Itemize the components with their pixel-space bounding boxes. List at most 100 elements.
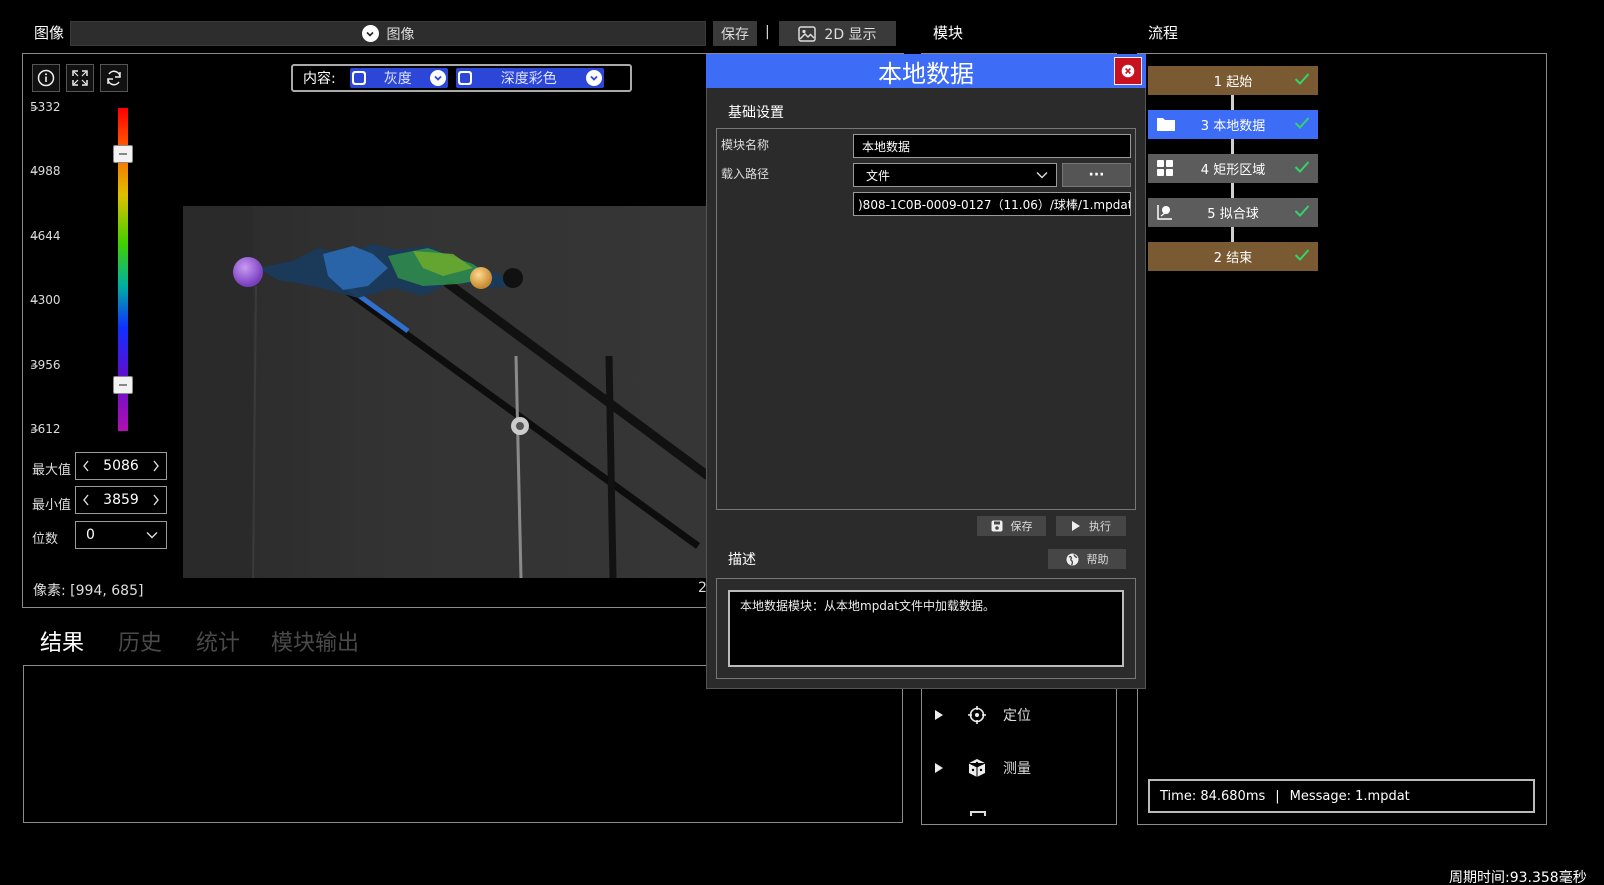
globe-icon [1066,553,1078,565]
image-label: 图像 [34,24,65,42]
max-slider-handle[interactable] [113,145,133,163]
chevron-right-icon[interactable] [152,494,160,506]
load-path-label: 载入路径 [721,167,770,181]
close-icon [1121,64,1135,78]
tab-history[interactable]: 历史 [118,625,162,657]
basic-settings-heading: 基础设置 [728,105,784,121]
flow-connector [1231,94,1234,110]
save-icon [991,520,1002,532]
min-value: 3859 [103,492,139,508]
module-item-measure[interactable]: 测量 [935,758,1031,778]
info-button[interactable] [32,64,60,92]
flow-status-box: Time: 84.680ms | Message: 1.mpdat [1148,779,1535,813]
depth-select-label: 深度彩色 [500,71,557,87]
image-combo-value: 图像 [386,26,415,43]
max-value: 5086 [103,458,139,474]
flow-step-rect-region[interactable]: 4 矩形区域 [1148,154,1318,183]
flow-step-label: 3 本地数据 [1200,119,1266,134]
check-icon [1294,161,1310,173]
check-icon [1294,117,1310,129]
display-2d-button[interactable]: 2D 显示 [779,21,896,46]
chevron-down-icon [361,25,379,42]
partial-module-icon [970,811,986,816]
digits-value: 0 [86,527,95,543]
min-label: 最小值 [32,498,72,513]
chevron-down-icon [1036,172,1048,179]
status-message: Message: 1.mpdat [1289,788,1410,804]
flow-step-end[interactable]: 2 结束 [1148,242,1318,271]
flow-connector [1231,138,1234,154]
play-icon [1072,521,1080,531]
close-button[interactable] [1114,57,1142,85]
run-label: 执行 [1089,520,1111,533]
flow-step-label: 5 拟合球 [1207,207,1259,222]
min-value-stepper[interactable]: 3859 [75,486,167,514]
toolbar-separator: | [765,24,770,40]
caret-right-icon[interactable] [935,763,943,773]
chevron-left-icon[interactable] [82,494,90,506]
chevron-left-icon[interactable] [82,460,90,472]
description-heading: 描述 [728,552,756,568]
flow-step-label: 2 结束 [1213,251,1253,266]
checkbox-icon [457,71,472,85]
tab-results[interactable]: 结果 [40,625,84,657]
flow-step-start[interactable]: 1 起始 [1148,66,1318,95]
status-bar [0,846,1604,885]
module-name-input[interactable]: 本地数据 [853,134,1131,158]
flow-step-label: 4 矩形区域 [1200,163,1266,178]
chevron-down-icon [146,532,158,539]
status-separator: | [1275,788,1280,804]
tab-statistics[interactable]: 统计 [196,625,240,657]
point-cloud-image[interactable] [183,206,708,578]
expand-icon [72,70,88,86]
dialog-save-button[interactable]: 保存 [977,516,1046,536]
module-item-label: 定位 [1003,708,1031,724]
flow-connector [1231,182,1234,198]
save-image-button[interactable]: 保存 [713,21,757,46]
chevron-down-icon [429,70,446,86]
dialog-title-bar[interactable]: 本地数据 [706,54,1146,88]
display-2d-label: 2D 显示 [824,26,877,43]
checkbox-icon [351,71,366,85]
load-type-select[interactable]: 文件 [853,163,1057,187]
status-time: Time: 84.680ms [1160,788,1266,804]
flow-header: 流程 [1148,24,1179,42]
content-selector: 内容: 灰度 深度彩色 [291,64,632,92]
flow-step-fit-sphere[interactable]: 5 拟合球 [1148,198,1318,227]
caret-right-icon[interactable] [935,710,943,720]
dialog-save-label: 保存 [1010,520,1033,533]
chevron-right-icon[interactable] [152,460,160,472]
info-icon [37,69,55,87]
crosshair-icon [968,706,986,724]
image-combo[interactable]: 图像 [70,21,706,46]
image-icon [798,25,817,42]
min-slider-handle[interactable] [113,376,133,394]
flow-step-local-data[interactable]: 3 本地数据 [1148,110,1318,139]
dice-icon [968,759,986,777]
module-name-label: 模块名称 [721,138,770,152]
path-input[interactable]: )808-1C0B-0009-0127（11.06）/球棒/1.mpdat [853,192,1131,216]
run-button[interactable]: 执行 [1056,516,1126,536]
flow-connector [1231,226,1234,242]
gray-select[interactable]: 灰度 [349,68,448,88]
check-icon [1294,205,1310,217]
load-type-value: 文件 [866,168,891,183]
digits-select[interactable]: 0 [75,521,167,549]
depth-color-select[interactable]: 深度彩色 [455,68,604,88]
chevron-down-icon [585,70,602,86]
description-text: 本地数据模块：从本地mpdat文件中加载数据。 [728,590,1124,667]
help-button[interactable]: 帮助 [1048,549,1126,569]
pixel-coordinate-readout: 像素: [994, 685] [33,583,144,599]
module-item-locate[interactable]: 定位 [935,705,1031,725]
cycle-time: 周期时间:93.358毫秒 [1449,870,1587,885]
content-label: 内容: [303,71,336,87]
flow-step-label: 1 起始 [1213,75,1253,90]
max-value-stepper[interactable]: 5086 [75,452,167,480]
refresh-button[interactable] [100,64,128,92]
module-header: 模块 [933,24,964,42]
help-label: 帮助 [1086,553,1109,566]
browse-button[interactable]: ··· [1062,163,1131,187]
tab-module-output[interactable]: 模块输出 [271,625,359,657]
fit-screen-button[interactable] [66,64,94,92]
module-item-label: 测量 [1003,761,1031,777]
